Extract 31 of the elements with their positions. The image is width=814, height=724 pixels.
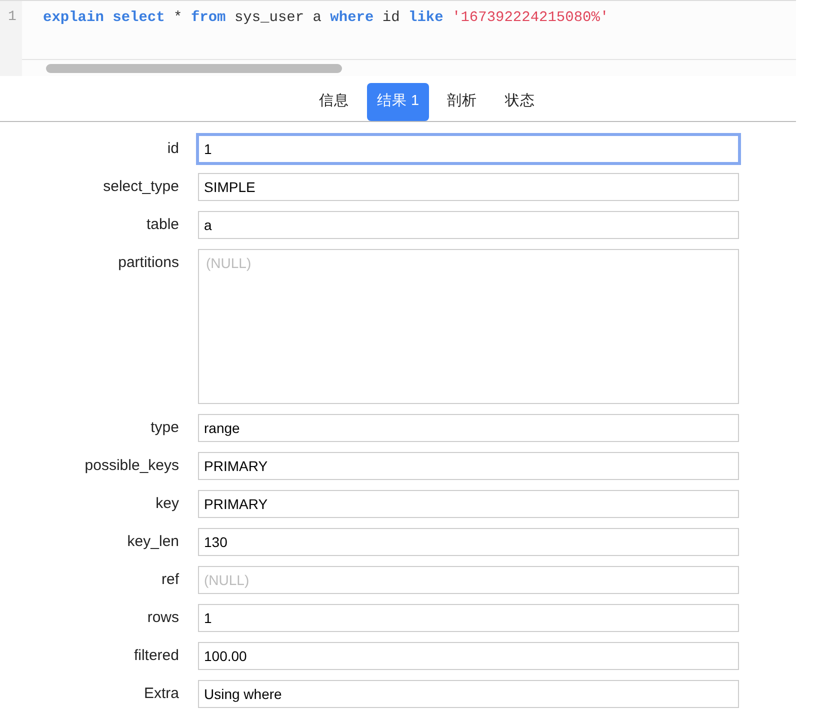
field-label: filtered	[132, 646, 179, 666]
sql-code-line[interactable]: explain select * from sys_user a where id like '167392224215080%'	[43, 8, 609, 30]
field-label: rows	[146, 608, 179, 628]
field-label: table	[145, 215, 179, 235]
scrollbar-thumb[interactable]	[46, 64, 342, 73]
result-tab[interactable]: 状态	[495, 83, 546, 121]
input-field[interactable]: PRIMARY	[198, 452, 739, 480]
field-label: possible_keys	[84, 456, 179, 476]
field-label: partitions	[117, 253, 179, 273]
input-field[interactable]: 100.00	[198, 642, 739, 670]
field-label: key_len	[126, 532, 179, 552]
input-field[interactable]: 1	[198, 135, 739, 163]
field-label: key	[154, 494, 179, 514]
line-number: 1	[8, 8, 16, 27]
input-field[interactable]: Using where	[198, 680, 739, 708]
input-field[interactable]: a	[198, 211, 739, 239]
field-label: select_type	[102, 177, 179, 197]
input-field[interactable]: PRIMARY	[198, 490, 739, 518]
text-area[interactable]: (NULL)	[198, 249, 739, 404]
result-tab[interactable]: 剖析	[437, 83, 488, 121]
field-label: ref	[160, 570, 179, 590]
input-field[interactable]: 1	[198, 604, 739, 632]
input-field[interactable]: SIMPLE	[198, 173, 739, 201]
input-field[interactable]: (NULL)	[198, 566, 739, 594]
input-field[interactable]: range	[198, 414, 739, 442]
field-label: id	[166, 139, 179, 159]
field-label: type	[150, 418, 179, 438]
result-tab[interactable]: 信息	[308, 83, 359, 121]
input-field[interactable]: 130	[198, 528, 739, 556]
field-label: Extra	[142, 684, 179, 704]
result-tab[interactable]: 结果 1	[366, 83, 430, 121]
